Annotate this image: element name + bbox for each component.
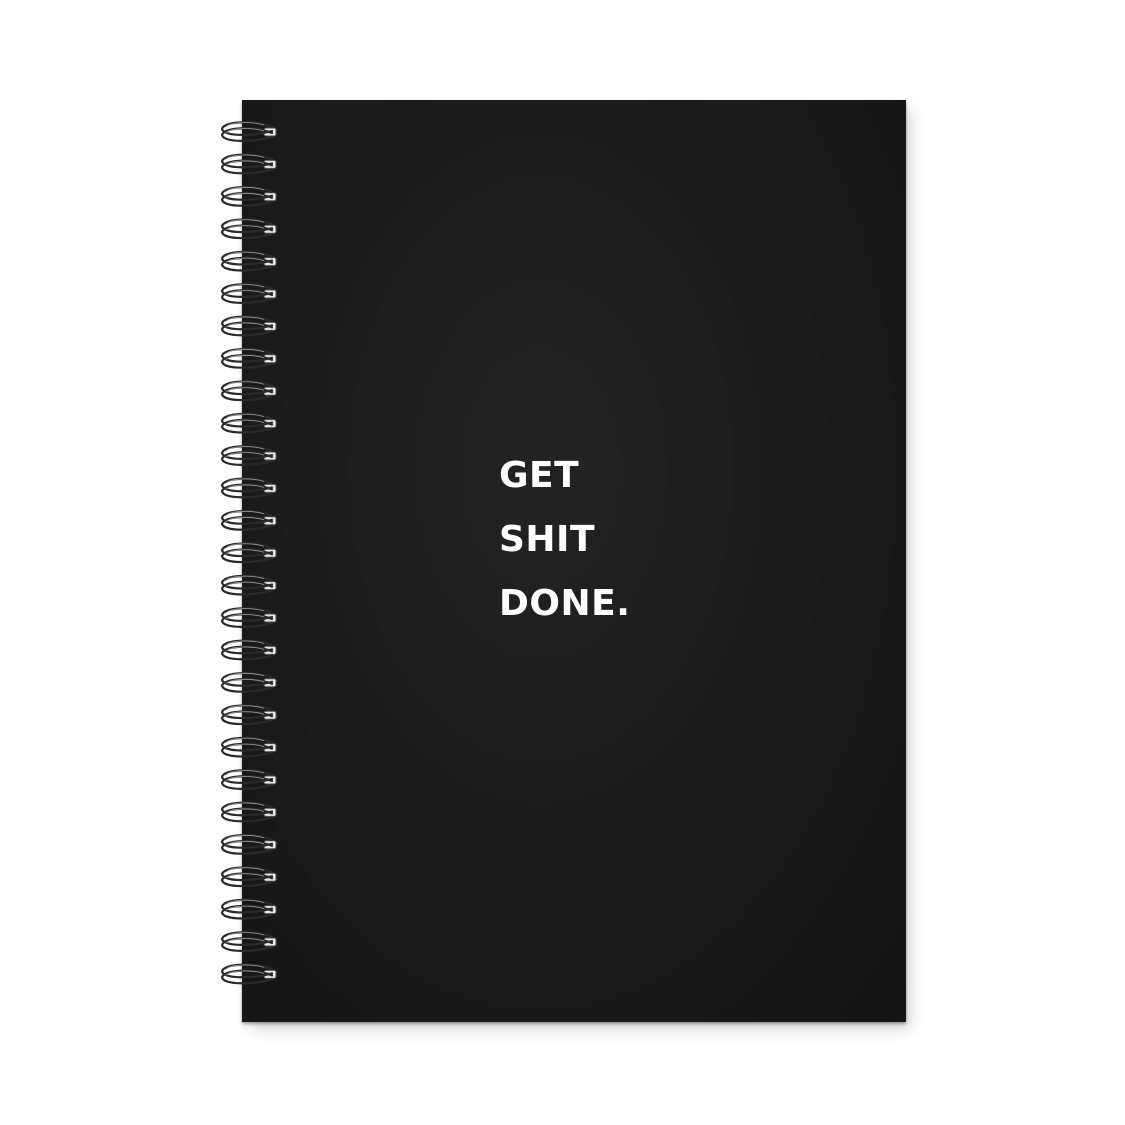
- spiral-loop: [220, 186, 277, 207]
- spiral-loop: [220, 153, 277, 175]
- spiral-loop: [220, 380, 277, 402]
- spiral-loop: [220, 412, 277, 434]
- spiral-loop: [220, 866, 277, 888]
- product-photo: GET SHIT DONE.: [0, 0, 1125, 1125]
- spiral-loop: [220, 315, 277, 337]
- spiral-loop: [220, 574, 277, 596]
- spiral-loop: [220, 801, 277, 823]
- cover-line-3: DONE.: [499, 583, 631, 624]
- spiral-loop: [220, 477, 277, 499]
- spiral-loop: [220, 769, 277, 790]
- spiral-loop: [220, 898, 277, 920]
- spiral-loop: [220, 672, 277, 693]
- spiral-loop: [220, 121, 277, 142]
- spiral-binding: [220, 121, 277, 985]
- cover-line-1: GET: [499, 455, 580, 496]
- spiral-loop: [220, 931, 277, 952]
- cover-slogan: GET SHIT DONE.: [499, 444, 630, 636]
- spiral-loop: [220, 283, 277, 304]
- spiral-loop: [220, 348, 277, 369]
- spiral-loop: [220, 704, 277, 726]
- spiral-loop: [220, 510, 277, 531]
- spiral-loop: [220, 639, 277, 661]
- spiral-loop: [220, 963, 277, 985]
- cover-line-2: SHIT: [499, 519, 596, 560]
- spiral-loop: [220, 250, 277, 272]
- spiral-loop: [220, 834, 277, 855]
- spiral-loop: [220, 218, 277, 240]
- spiral-loop: [220, 736, 277, 758]
- spiral-loop: [220, 445, 277, 466]
- spiral-loop: [220, 542, 277, 564]
- spiral-loop: [220, 607, 277, 628]
